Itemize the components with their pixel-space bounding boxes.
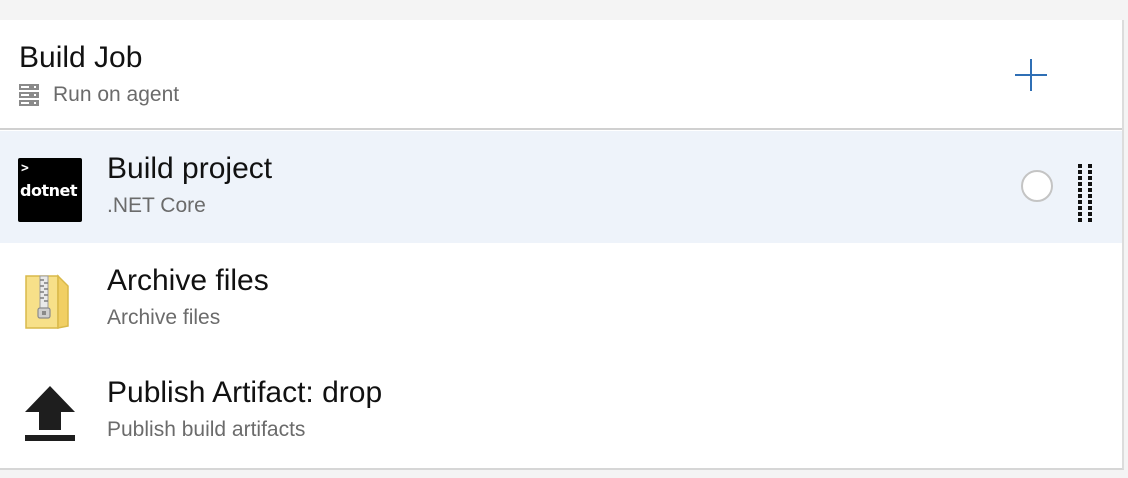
job-subtitle-row: Run on agent (19, 82, 179, 108)
build-job-header[interactable]: Build Job Run on agent (0, 20, 1122, 130)
server-icon (19, 84, 39, 106)
task-title: Archive files (107, 264, 269, 297)
dotnet-icon-prompt: > (21, 161, 29, 176)
task-subtitle: Publish build artifacts (107, 418, 306, 441)
task-row-archive-files[interactable]: Archive files Archive files (0, 243, 1122, 355)
add-task-button[interactable] (1010, 54, 1052, 96)
dotnet-icon-label: dotnet (20, 181, 77, 200)
archive-zip-icon (25, 274, 69, 329)
task-row-publish-artifact[interactable]: Publish Artifact: drop Publish build art… (0, 355, 1122, 467)
task-list-panel: Build Job Run on agent > dotnet Build pr… (0, 20, 1124, 470)
upload-arrow-icon (25, 386, 75, 441)
dotnet-icon: > dotnet (18, 158, 82, 222)
task-subtitle: Archive files (107, 306, 221, 329)
job-title: Build Job (19, 41, 143, 74)
task-title: Publish Artifact: drop (107, 376, 383, 409)
task-subtitle: .NET Core (107, 194, 206, 217)
job-subtitle: Run on agent (53, 83, 180, 106)
task-title: Build project (107, 152, 273, 185)
task-row-build-project[interactable]: > dotnet Build project .NET Core (0, 131, 1122, 243)
drag-handle-icon[interactable] (1076, 164, 1094, 222)
task-enable-radio[interactable] (1021, 170, 1053, 202)
plus-icon (1015, 59, 1047, 91)
